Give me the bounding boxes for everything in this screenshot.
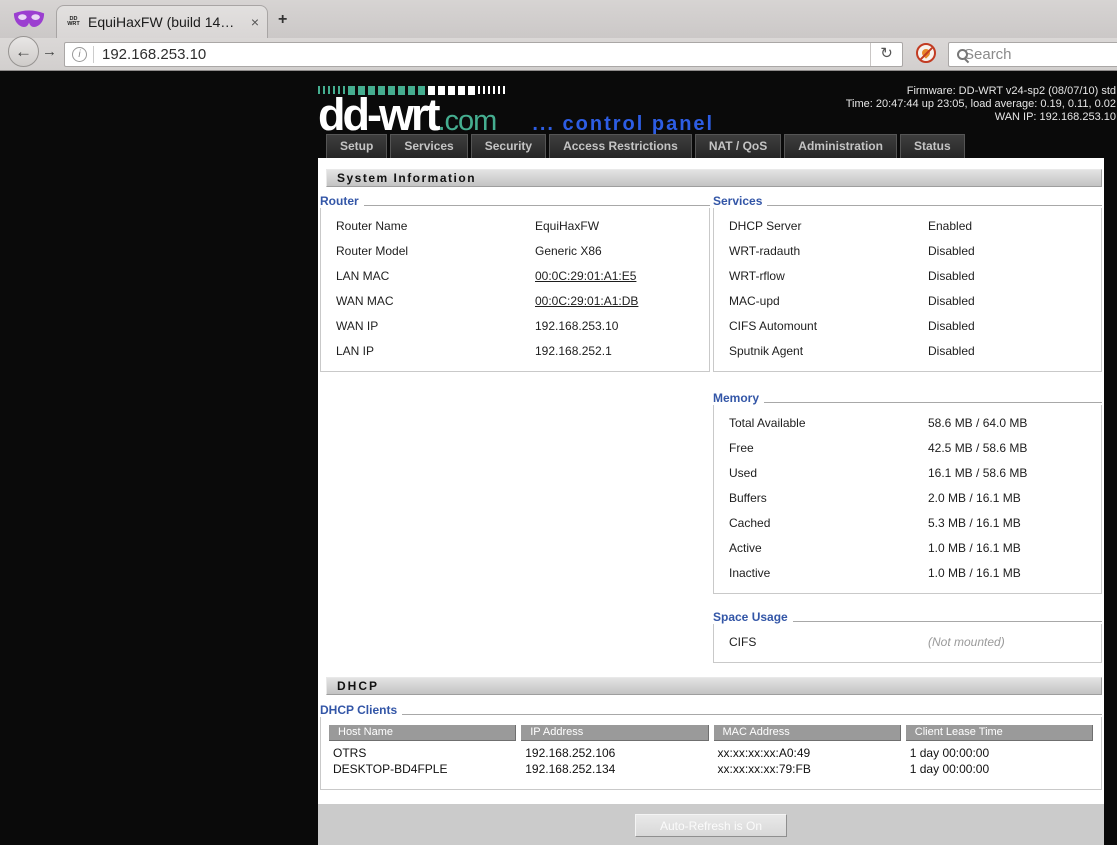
tab-setup[interactable]: Setup — [326, 134, 388, 158]
new-tab-button[interactable]: + — [278, 11, 287, 29]
service-row: CIFS Automount Disabled — [729, 318, 975, 333]
tab-status[interactable]: Status — [899, 134, 965, 158]
router-row: LAN IP 192.168.252.1 — [336, 343, 612, 358]
browser-tab[interactable]: DD WRT EquiHaxFW (build 14… × — [56, 5, 268, 38]
system-information-header: System Information — [326, 169, 1102, 187]
service-row: MAC-upd Disabled — [729, 293, 975, 308]
memory-row: Active 1.0 MB / 16.1 MB — [729, 540, 1021, 555]
col-mac-address: MAC Address — [713, 725, 901, 741]
services-legend: Services — [713, 194, 763, 208]
memory-legend: Memory — [713, 391, 760, 405]
tab-title: EquiHaxFW (build 14… — [88, 14, 235, 30]
url-separator — [93, 46, 94, 63]
close-tab-icon[interactable]: × — [251, 14, 259, 30]
router-row: WAN IP 192.168.253.10 — [336, 318, 619, 333]
memory-fieldset: Memory Total Available 58.6 MB / 64.0 MB … — [713, 391, 1102, 594]
content-panel: System Information Router Router Name Equ… — [318, 158, 1104, 845]
url-bar[interactable]: i ↻ — [64, 42, 903, 67]
browser-nav-toolbar: ← → i ↻ — [0, 36, 1117, 71]
router-row: LAN MAC 00:0C:29:01:A1:E5 — [321, 263, 709, 288]
noscript-blocker-icon[interactable] — [916, 43, 936, 63]
page-background: dd-wrt .com ... control panel Firmware: … — [0, 71, 1117, 845]
wan-ip-line: WAN IP: 192.168.253.10 — [994, 111, 1116, 124]
logo-tagline: ... control panel — [532, 113, 715, 135]
browser-tab-bar: DD WRT EquiHaxFW (build 14… × + — [0, 0, 1117, 38]
tab-security[interactable]: Security — [470, 134, 547, 158]
url-input[interactable] — [102, 46, 870, 63]
service-row: WRT-rflow Disabled — [729, 268, 975, 283]
tab-services[interactable]: Services — [390, 134, 468, 158]
auto-refresh-button[interactable]: Auto-Refresh is On — [635, 814, 787, 837]
router-row: Router Model Generic X86 — [336, 243, 602, 258]
tab-administration[interactable]: Administration — [784, 134, 897, 158]
router-status-info: Firmware: DD-WRT v24-sp2 (08/07/10) std … — [846, 85, 1116, 125]
service-row: DHCP Server Enabled — [729, 218, 973, 233]
dd-wrt-favicon: DD WRT — [67, 16, 80, 27]
router-row: Router Name EquiHaxFW — [336, 218, 600, 233]
space-usage-row: CIFS (Not mounted) — [729, 634, 1005, 649]
dhcp-table-header: Host Name IP Address MAC Address Client … — [329, 725, 1093, 741]
router-fieldset: Router Router Name EquiHaxFW Router Model… — [320, 194, 710, 372]
col-ip-address: IP Address — [521, 725, 709, 741]
search-box[interactable] — [948, 42, 1117, 67]
wan-mac-link[interactable]: 00:0C:29:01:A1:DB — [535, 294, 709, 308]
dhcp-section-header: DHCP — [326, 677, 1102, 695]
forward-button[interactable]: → — [42, 43, 57, 60]
search-input[interactable] — [964, 46, 1117, 63]
space-usage-fieldset: Space Usage CIFS (Not mounted) — [713, 610, 1102, 663]
memory-row: Inactive 1.0 MB / 16.1 MB — [729, 565, 1021, 580]
router-row: WAN MAC 00:0C:29:01:A1:DB — [321, 288, 709, 313]
dhcp-clients-legend: DHCP Clients — [320, 703, 398, 717]
router-legend: Router — [320, 194, 359, 208]
memory-row: Cached 5.3 MB / 16.1 MB — [729, 515, 1021, 530]
col-client-lease-time: Client Lease Time — [905, 725, 1093, 741]
table-row: OTRS 192.168.252.106 xx:xx:xx:xx:A0:49 1… — [333, 746, 990, 760]
dd-wrt-logo: dd-wrt .com ... control panel — [318, 85, 714, 138]
service-row: Sputnik Agent Disabled — [729, 343, 975, 358]
memory-row: Used 16.1 MB / 58.6 MB — [729, 465, 1028, 480]
dhcp-clients-fieldset: DHCP Clients Host Name IP Address MAC Ad… — [320, 703, 1102, 790]
lan-mac-link[interactable]: 00:0C:29:01:A1:E5 — [535, 269, 709, 283]
service-row: WRT-radauth Disabled — [729, 243, 975, 258]
mask-theme-icon[interactable] — [12, 6, 46, 32]
time-line: Time: 20:47:44 up 23:05, load average: 0… — [845, 98, 1116, 111]
tab-access-restrictions[interactable]: Access Restrictions — [549, 134, 692, 158]
table-row: DESKTOP-BD4FPLE 192.168.252.134 xx:xx:xx… — [333, 762, 990, 776]
main-nav-tabs: Setup Services Security Access Restricti… — [326, 134, 965, 158]
footer-bar: Auto-Refresh is On — [318, 804, 1104, 845]
memory-row: Free 42.5 MB / 58.6 MB — [729, 440, 1028, 455]
screen: DD WRT EquiHaxFW (build 14… × + ← → i ↻ — [0, 0, 1117, 845]
tab-nat-qos[interactable]: NAT / QoS — [694, 134, 782, 158]
back-button[interactable]: ← — [8, 36, 39, 67]
memory-row: Buffers 2.0 MB / 16.1 MB — [729, 490, 1021, 505]
site-info-icon[interactable]: i — [72, 47, 87, 62]
logo-text: dd-wrt — [318, 89, 440, 140]
services-fieldset: Services DHCP Server Enabled WRT-radauth D… — [713, 194, 1102, 372]
firmware-line: Firmware: DD-WRT v24-sp2 (08/07/10) std — [906, 85, 1116, 97]
col-host-name: Host Name — [329, 725, 517, 741]
reload-icon[interactable]: ↻ — [870, 43, 902, 66]
space-usage-legend: Space Usage — [713, 610, 788, 624]
memory-row: Total Available 58.6 MB / 64.0 MB — [729, 415, 1028, 430]
